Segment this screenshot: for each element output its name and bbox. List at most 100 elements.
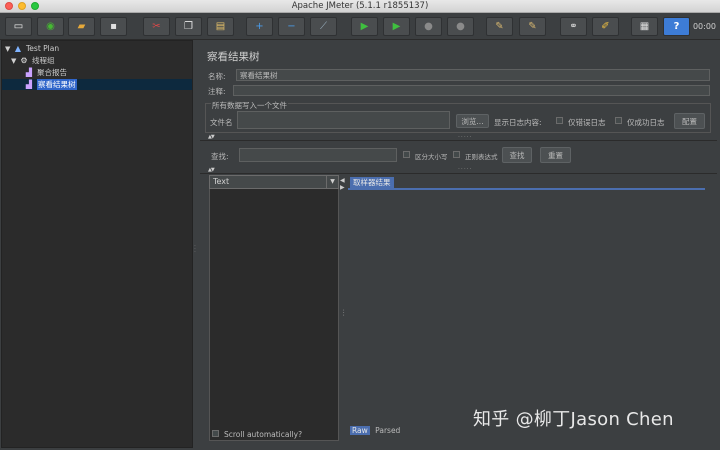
- success-only-checkbox[interactable]: [615, 117, 622, 124]
- start-no-pauses-button[interactable]: ▶: [383, 17, 410, 36]
- clear-button[interactable]: ✎: [486, 17, 513, 36]
- tree-item-aggregate-report[interactable]: ▟ 聚合报告: [24, 67, 67, 78]
- new-icon: ▭: [13, 20, 24, 32]
- renderer-selected-value: Text: [213, 177, 230, 186]
- templates-button[interactable]: ◉: [37, 17, 64, 36]
- start-no-pauses-icon: ▶: [392, 20, 401, 32]
- start-button[interactable]: ▶: [351, 17, 378, 36]
- toggle-button[interactable]: ⟋: [310, 17, 337, 36]
- page-title: 察看结果树: [207, 51, 260, 63]
- window-title: Apache JMeter (5.1.1 r1855137): [291, 1, 429, 11]
- search-input[interactable]: [239, 148, 397, 162]
- view-results-tree-panel: 察看结果树 名称: 察看结果树 注释: 所有数据写入一个文件 文件名 浏览...…: [200, 40, 717, 448]
- splitter-grip: · · ·: [194, 243, 196, 256]
- window-title-bar: Apache JMeter (5.1.1 r1855137): [0, 0, 720, 13]
- start-icon: ▶: [360, 20, 369, 32]
- errors-only-label: 仅错误日志: [568, 118, 606, 127]
- stop-icon: ●: [424, 20, 433, 32]
- clear-all-button[interactable]: ✎: [519, 17, 546, 36]
- filename-label: 文件名: [210, 118, 233, 127]
- scroll-auto-checkbox[interactable]: [212, 430, 219, 437]
- paste-icon: ▤: [215, 20, 226, 32]
- section-divider: [200, 173, 717, 174]
- help-button[interactable]: ?: [663, 17, 690, 36]
- listener-icon: ▟: [25, 80, 33, 89]
- stop-button[interactable]: ●: [415, 17, 442, 36]
- open-icon: ▰: [77, 20, 86, 32]
- view-mode-tabs: Raw Parsed: [350, 426, 400, 435]
- save-icon: ▪: [110, 20, 117, 32]
- case-sensitive-checkbox[interactable]: [403, 151, 410, 158]
- open-button[interactable]: ▰: [68, 17, 95, 36]
- shutdown-icon: ●: [456, 20, 465, 32]
- cut-button[interactable]: ✂: [143, 17, 170, 36]
- browse-button[interactable]: 浏览...: [456, 114, 489, 128]
- save-button[interactable]: ▪: [100, 17, 127, 36]
- cut-icon: ✂: [152, 20, 161, 32]
- search-icon: ⚭: [569, 20, 578, 32]
- help-icon: ?: [673, 20, 680, 32]
- new-button[interactable]: ▭: [5, 17, 32, 36]
- toggle-icon: ⟋: [320, 20, 327, 32]
- test-plan-icon: ▲: [14, 44, 22, 53]
- tab-raw[interactable]: Raw: [350, 426, 370, 435]
- reset-search-icon: ✐: [601, 20, 610, 32]
- paste-button[interactable]: ▤: [207, 17, 234, 36]
- sample-detail-panel: [346, 175, 710, 441]
- case-sensitive-label: 区分大小写: [415, 153, 448, 161]
- elapsed-timer: 00:00: [692, 22, 716, 31]
- expand-toggle-icon[interactable]: ▼: [5, 45, 13, 53]
- log-display-label: 显示日志内容:: [494, 118, 542, 127]
- copy-button[interactable]: ❐: [175, 17, 202, 36]
- tab-underline: [348, 188, 705, 190]
- section-divider: [200, 140, 717, 141]
- tab-sampler-result[interactable]: 取样器结果: [350, 177, 394, 188]
- tree-item-view-results-tree[interactable]: ▟ 察看结果树: [2, 79, 192, 90]
- regex-label: 正则表达式: [465, 153, 498, 161]
- filename-input[interactable]: [237, 111, 450, 129]
- regex-checkbox[interactable]: [453, 151, 460, 158]
- search-button[interactable]: ⚭: [560, 17, 587, 36]
- comment-input[interactable]: [233, 85, 710, 96]
- tab-parsed[interactable]: Parsed: [375, 426, 400, 435]
- function-helper-button[interactable]: ▦: [631, 17, 658, 36]
- tree-item-test-plan[interactable]: ▼ ▲ Test Plan: [5, 43, 59, 54]
- search-label: 查找:: [211, 152, 229, 161]
- clear-icon: ✎: [495, 20, 504, 32]
- expand-icon: +: [255, 20, 264, 32]
- main-splitter[interactable]: · · ·: [193, 40, 199, 448]
- expand-toggle-icon[interactable]: ▼: [11, 57, 19, 65]
- reset-search-button[interactable]: ✐: [592, 17, 619, 36]
- name-input[interactable]: 察看结果树: [236, 69, 710, 81]
- thread-group-icon: ⚙: [20, 56, 28, 65]
- tree-item-label: Test Plan: [26, 44, 60, 53]
- file-group-title: 所有数据写入一个文件: [211, 100, 288, 111]
- templates-icon: ◉: [46, 20, 55, 32]
- copy-icon: ❐: [184, 20, 193, 32]
- collapse-left-arrow-icon[interactable]: ◀ ▶: [340, 177, 345, 191]
- collapse-button[interactable]: −: [278, 17, 305, 36]
- find-button[interactable]: 查找: [502, 147, 532, 163]
- tree-item-thread-group[interactable]: ▼ ⚙ 线程组: [11, 55, 55, 66]
- tree-item-label: 线程组: [32, 56, 55, 65]
- name-label: 名称:: [208, 72, 226, 81]
- chevron-down-icon[interactable]: ▼: [326, 176, 338, 188]
- comment-label: 注释:: [208, 87, 226, 96]
- configure-button[interactable]: 配置: [674, 113, 705, 129]
- reset-button[interactable]: 重置: [540, 147, 571, 163]
- test-plan-tree[interactable]: ▼ ▲ Test Plan ▼ ⚙ 线程组 ▟ 聚合报告 ▟ 察看结果树: [1, 40, 193, 448]
- function-helper-icon: ▦: [639, 20, 650, 32]
- tree-item-label: 察看结果树: [37, 79, 77, 90]
- splitter-grip[interactable]: ·····: [458, 166, 473, 173]
- watermark-text: 知乎 @柳丁Jason Chen: [473, 409, 674, 430]
- clear-all-icon: ✎: [528, 20, 537, 32]
- collapse-icon: −: [287, 20, 296, 32]
- renderer-select[interactable]: Text ▼: [209, 175, 339, 189]
- expand-button[interactable]: +: [246, 17, 273, 36]
- shutdown-button[interactable]: ●: [447, 17, 474, 36]
- scroll-auto-label: Scroll automatically?: [224, 430, 303, 439]
- toolbar: 00:00 ▭ ◉ ▰ ▪ ✂ ❐ ▤ + − ⟋ ▶ ▶ ● ● ✎ ✎ ⚭ ✐ ▦?: [0, 13, 720, 40]
- tree-item-label: 聚合报告: [37, 68, 67, 77]
- errors-only-checkbox[interactable]: [556, 117, 563, 124]
- sample-results-list[interactable]: [209, 175, 339, 441]
